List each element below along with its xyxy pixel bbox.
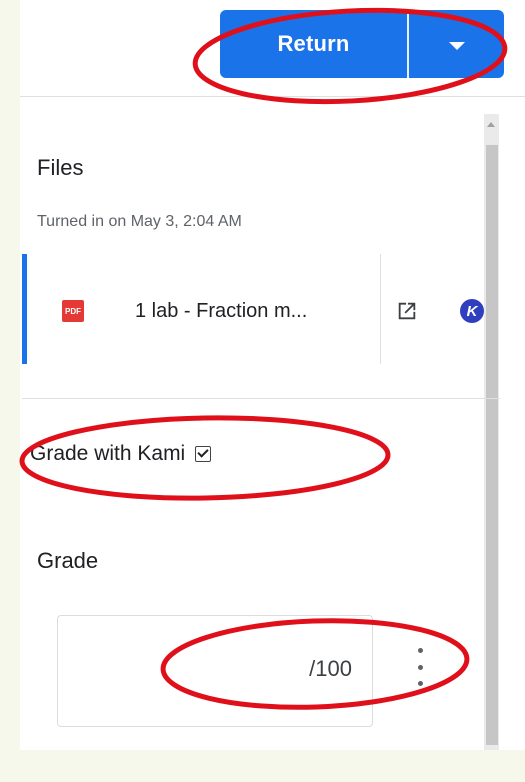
file-divider [380,254,381,364]
file-selected-indicator [22,254,27,364]
grade-with-kami-label: Grade with Kami [30,442,186,465]
file-attachment[interactable]: PDF 1 lab - Fraction m... K [22,254,484,364]
file-name[interactable]: 1 lab - Fraction m... [135,300,375,323]
grade-heading: Grade [37,548,99,573]
menu-dot [417,681,423,686]
grade-with-kami-option[interactable]: Grade with Kami [30,442,212,466]
grade-denominator: /100 [309,656,352,681]
more-vert-icon[interactable] [410,648,430,686]
turned-in-status: Turned in on May 3, 2:04 AM [37,213,242,230]
kami-icon[interactable]: K [460,299,484,323]
return-options-button[interactable] [409,10,504,78]
files-heading: Files [37,155,84,180]
menu-dot [417,664,423,670]
top-bar: Return [20,0,525,97]
scrollbar-thumb[interactable] [486,145,498,745]
caret-down-icon [448,42,465,50]
grade-with-kami-checkbox[interactable] [195,446,212,462]
section-divider [22,398,500,399]
return-button-group: Return [220,10,504,78]
open-in-new-icon[interactable] [396,300,418,322]
button-divider [407,10,409,78]
scroll-up-arrow-icon[interactable] [487,122,495,127]
return-button[interactable]: Return [220,10,407,78]
pdf-icon: PDF [62,300,84,322]
menu-dot [417,648,423,653]
grade-input[interactable]: /100 [57,615,373,727]
